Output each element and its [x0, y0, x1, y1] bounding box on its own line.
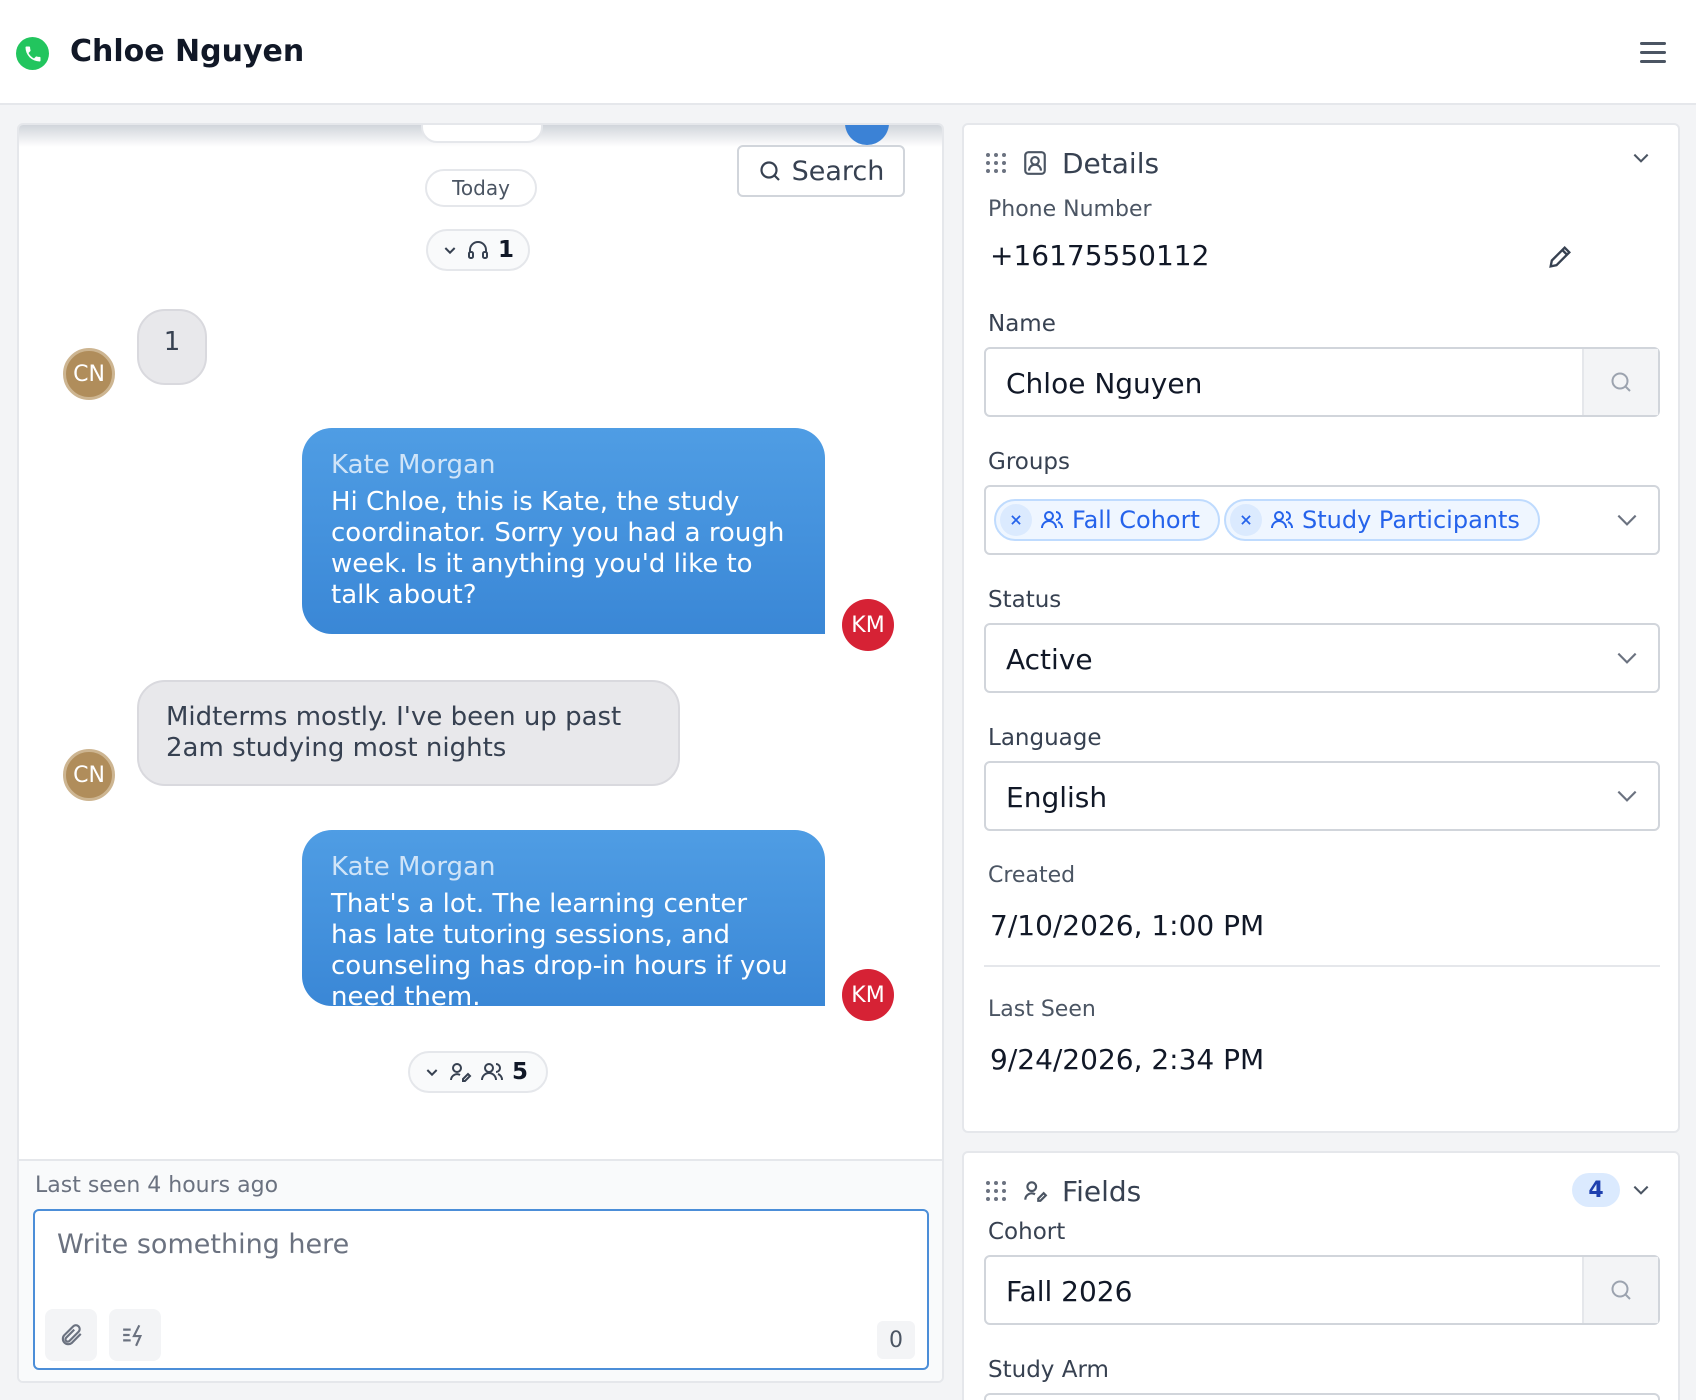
- language-label: Language: [988, 725, 1102, 751]
- groups-select[interactable]: Fall Cohort Study Participants: [984, 485, 1660, 555]
- user-edit-icon: [450, 1063, 472, 1082]
- fields-title: Fields: [1062, 1174, 1142, 1208]
- chevron-down-icon: [1612, 643, 1642, 673]
- date-separator: Today: [425, 169, 537, 207]
- message-bubble-incoming: 1: [137, 309, 207, 385]
- close-icon: [1241, 515, 1251, 525]
- study-arm-field[interactable]: [984, 1393, 1660, 1400]
- fields-collapse-toggle[interactable]: [1626, 1175, 1656, 1205]
- chevron-down-icon: [444, 247, 456, 255]
- name-lookup-button[interactable]: [1582, 349, 1658, 415]
- cohort-value: Fall 2026: [1006, 1275, 1133, 1308]
- top-bar: Chloe Nguyen: [0, 0, 1696, 105]
- message-text: That's a lot. The learning center has la…: [331, 889, 788, 1012]
- language-select[interactable]: English: [984, 761, 1660, 831]
- created-value: 7/10/2026, 1:00 PM: [990, 909, 1265, 942]
- phone-number-label: Phone Number: [988, 197, 1152, 222]
- search-icon: [760, 161, 780, 181]
- status-label: Status: [988, 587, 1062, 613]
- event-group-toggle-2[interactable]: 5: [408, 1051, 548, 1093]
- details-title: Details: [1062, 146, 1160, 180]
- details-header: Details: [984, 143, 1159, 183]
- last-seen-value: 9/24/2026, 2:34 PM: [990, 1043, 1265, 1076]
- group-chip: Study Participants: [1224, 499, 1540, 541]
- language-value: English: [1006, 781, 1108, 814]
- users-icon: [1271, 511, 1293, 529]
- fields-panel: Fields 4 Cohort Fall 2026 Study Arm: [962, 1151, 1680, 1400]
- chevron-down-icon: [426, 1069, 438, 1077]
- search-icon: [1611, 1280, 1631, 1300]
- event-count: 1: [498, 237, 515, 263]
- previous-date-pill: [421, 125, 543, 143]
- group-chip-label: Study Participants: [1302, 506, 1520, 534]
- cohort-field[interactable]: Fall 2026: [984, 1255, 1660, 1325]
- message-bubble-incoming: Midterms mostly. I've been up past 2am s…: [137, 680, 680, 786]
- remove-chip-button[interactable]: [1230, 504, 1262, 536]
- search-messages-button[interactable]: Search: [737, 145, 905, 197]
- message-bubble-outgoing: Kate Morgan Hi Chloe, this is Kate, the …: [302, 428, 825, 634]
- headset-icon: [468, 241, 488, 259]
- message-bubble-outgoing: Kate Morgan That's a lot. The learning c…: [302, 830, 825, 1012]
- contact-name-title: Chloe Nguyen: [70, 34, 305, 69]
- message-text: 1: [163, 327, 181, 357]
- divider: [984, 965, 1660, 967]
- group-chip: Fall Cohort: [994, 499, 1220, 541]
- attach-button[interactable]: [45, 1309, 97, 1361]
- name-field[interactable]: Chloe Nguyen: [984, 347, 1660, 417]
- message-text: Hi Chloe, this is Kate, the study coordi…: [331, 487, 785, 610]
- avatar: CN: [63, 348, 115, 400]
- message-composer: 0: [33, 1209, 929, 1370]
- phone-icon: [16, 37, 49, 70]
- created-label: Created: [988, 863, 1076, 888]
- paperclip-icon: [61, 1324, 82, 1346]
- cohort-lookup-button[interactable]: [1582, 1257, 1658, 1323]
- avatar: KM: [842, 969, 894, 1021]
- details-collapse-toggle[interactable]: [1626, 143, 1656, 173]
- remove-chip-button[interactable]: [1000, 504, 1032, 536]
- conversation-panel: Search Today 1 CN 1 Kate Morgan Hi Chloe…: [17, 123, 944, 1383]
- study-arm-label: Study Arm: [988, 1357, 1109, 1383]
- pencil-icon: [1549, 246, 1571, 268]
- quick-reply-button[interactable]: [109, 1309, 161, 1361]
- avatar: CN: [63, 749, 115, 801]
- name-label: Name: [988, 311, 1056, 337]
- users-icon: [481, 1063, 503, 1081]
- search-icon: [1611, 372, 1631, 392]
- name-value: Chloe Nguyen: [1006, 367, 1203, 400]
- drag-handle-icon[interactable]: [984, 151, 1008, 175]
- message-sender: Kate Morgan: [331, 852, 496, 882]
- chevron-down-icon: [1633, 153, 1649, 163]
- user-edit-icon: [1024, 1181, 1048, 1202]
- avatar: KM: [842, 599, 894, 651]
- contact-card-icon: [1024, 151, 1046, 175]
- chevron-down-icon: [1633, 1185, 1649, 1195]
- fields-count-badge: 4: [1572, 1173, 1620, 1207]
- last-seen-label: Last Seen: [988, 997, 1096, 1022]
- drag-handle-icon[interactable]: [984, 1179, 1008, 1203]
- status-value: Active: [1006, 643, 1093, 676]
- event-group-toggle-1[interactable]: 1: [426, 229, 530, 271]
- message-sender: Kate Morgan: [331, 450, 496, 480]
- details-panel: Details Phone Number +16175550112 Name C…: [962, 123, 1680, 1133]
- message-text: Midterms mostly. I've been up past 2am s…: [166, 702, 622, 763]
- event-count: 5: [512, 1059, 529, 1085]
- search-button-label: Search: [791, 155, 885, 187]
- group-chip-label: Fall Cohort: [1072, 506, 1200, 534]
- cohort-label: Cohort: [988, 1219, 1066, 1245]
- composer-area: Last seen 4 hours ago 0: [19, 1159, 942, 1381]
- phone-number-value: +16175550112: [990, 239, 1210, 272]
- lightning-list-icon: [123, 1324, 143, 1347]
- chevron-down-icon[interactable]: [1612, 505, 1642, 535]
- last-seen-text: Last seen 4 hours ago: [35, 1173, 279, 1198]
- status-select[interactable]: Active: [984, 623, 1660, 693]
- character-counter: 0: [877, 1321, 915, 1359]
- fields-header: Fields: [984, 1171, 1141, 1211]
- groups-label: Groups: [988, 449, 1071, 475]
- close-icon: [1011, 515, 1021, 525]
- chevron-down-icon: [1612, 781, 1642, 811]
- message-input[interactable]: [57, 1229, 897, 1289]
- users-icon: [1041, 511, 1063, 529]
- edit-phone-button[interactable]: [1546, 243, 1576, 273]
- hamburger-menu-icon[interactable]: [1640, 42, 1668, 66]
